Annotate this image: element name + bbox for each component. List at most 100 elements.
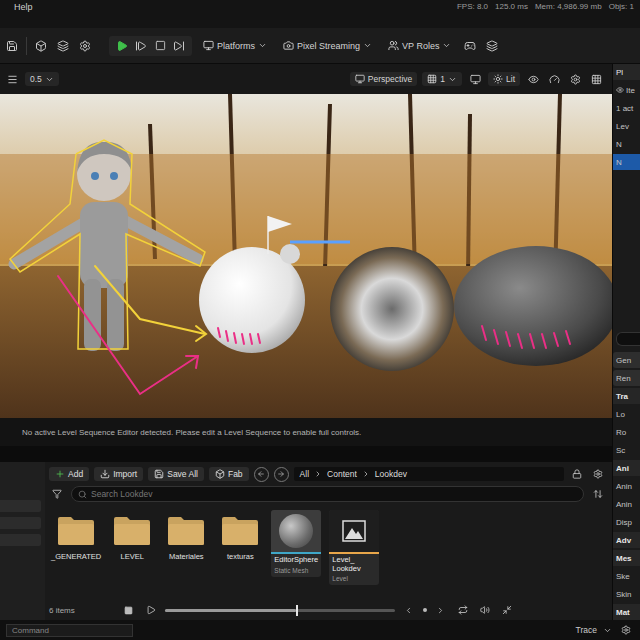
stop-icon[interactable] bbox=[121, 602, 137, 618]
play-icon[interactable] bbox=[146, 605, 156, 615]
loop-icon[interactable] bbox=[455, 602, 471, 618]
loop-icon[interactable] bbox=[458, 605, 468, 615]
layers-icon[interactable] bbox=[57, 40, 69, 52]
menu-item[interactable]: Help bbox=[14, 2, 33, 12]
details-item[interactable]: Mat bbox=[613, 604, 640, 620]
details-item[interactable]: Tra bbox=[613, 388, 640, 404]
volume-icon[interactable] bbox=[480, 605, 490, 615]
prev-key-icon[interactable] bbox=[401, 602, 417, 618]
arrow-left-icon[interactable] bbox=[257, 470, 265, 478]
timeline-thumb[interactable] bbox=[296, 605, 298, 616]
settings-icon[interactable] bbox=[567, 71, 583, 87]
display-icon[interactable] bbox=[467, 71, 483, 87]
details-item[interactable]: Adv bbox=[613, 532, 640, 548]
details-item[interactable]: Mes bbox=[613, 550, 640, 566]
content-button[interactable]: Import bbox=[94, 467, 143, 481]
back-button[interactable] bbox=[254, 467, 269, 482]
screen-icon[interactable] bbox=[470, 74, 481, 85]
breadcrumb-item[interactable]: All bbox=[300, 469, 309, 479]
settings-icon[interactable] bbox=[590, 466, 606, 482]
layers-icon[interactable] bbox=[55, 38, 71, 54]
show-icon[interactable] bbox=[525, 71, 541, 87]
gamepad-icon[interactable] bbox=[464, 40, 476, 52]
folder-tile[interactable]: texturas bbox=[217, 510, 263, 561]
content-button[interactable]: Fab bbox=[209, 467, 249, 481]
outliner-item[interactable]: Lev bbox=[613, 118, 640, 134]
command-input[interactable]: Command bbox=[6, 624, 133, 637]
skip-forward-icon[interactable] bbox=[173, 40, 185, 52]
mode-icon[interactable] bbox=[33, 38, 49, 54]
details-item[interactable]: Disp bbox=[613, 514, 640, 530]
prev-key-icon[interactable] bbox=[404, 606, 413, 615]
content-button[interactable]: Add bbox=[49, 467, 89, 481]
chevron-down-icon[interactable] bbox=[603, 626, 612, 635]
play-icon[interactable] bbox=[143, 602, 159, 618]
performance-icon[interactable] bbox=[546, 71, 562, 87]
lock-icon[interactable] bbox=[572, 469, 582, 479]
stop-icon[interactable] bbox=[124, 606, 133, 615]
gear-icon[interactable] bbox=[593, 469, 603, 479]
sort-icon[interactable] bbox=[593, 489, 603, 499]
panel-divider[interactable] bbox=[0, 446, 612, 462]
layout-icon[interactable] bbox=[484, 38, 500, 54]
play-icon[interactable] bbox=[114, 38, 130, 54]
content-button[interactable]: Save All bbox=[148, 467, 204, 481]
blueprint-icon[interactable] bbox=[77, 38, 93, 54]
view-dropdown[interactable]: Perspective bbox=[350, 72, 417, 86]
camera-speed-dropdown[interactable]: 0.5 bbox=[25, 72, 59, 86]
arrow-right-icon[interactable] bbox=[277, 470, 285, 478]
box-icon[interactable] bbox=[35, 40, 47, 52]
filter-icon[interactable] bbox=[52, 489, 62, 499]
forward-button[interactable] bbox=[274, 467, 289, 482]
outliner-item[interactable]: 1 act bbox=[613, 100, 640, 116]
stop-icon[interactable] bbox=[152, 38, 168, 54]
details-item[interactable]: Ani bbox=[613, 460, 640, 476]
next-key-icon[interactable] bbox=[436, 606, 445, 615]
details-search[interactable] bbox=[616, 332, 640, 346]
next-key-icon[interactable] bbox=[433, 602, 449, 618]
filter-icon[interactable] bbox=[49, 486, 65, 502]
details-item[interactable]: Anin bbox=[613, 478, 640, 494]
details-item[interactable]: Lo bbox=[613, 406, 640, 422]
trace-button[interactable]: Trace bbox=[576, 625, 597, 635]
step-forward-icon[interactable] bbox=[135, 40, 147, 52]
step-icon[interactable] bbox=[133, 38, 149, 54]
outliner-item[interactable]: N bbox=[613, 154, 640, 170]
save-icon[interactable] bbox=[6, 40, 18, 52]
menu-icon[interactable] bbox=[7, 74, 18, 85]
sequencer-icon[interactable] bbox=[462, 38, 478, 54]
gear-icon[interactable] bbox=[79, 40, 91, 52]
key-dot[interactable] bbox=[423, 608, 427, 612]
toolbar-dropdown-button[interactable]: Pixel Streaming bbox=[278, 38, 377, 53]
asset-tile[interactable]: Level_ LookdevLevel bbox=[329, 510, 379, 585]
folder-tile[interactable]: LEVEL bbox=[109, 510, 155, 561]
stop-icon[interactable] bbox=[155, 40, 166, 51]
source-entry[interactable] bbox=[0, 534, 41, 546]
details-item[interactable]: Skin bbox=[613, 586, 640, 602]
viewport[interactable] bbox=[0, 94, 612, 418]
grid-icon[interactable] bbox=[591, 74, 602, 85]
outliner-item[interactable]: N bbox=[613, 136, 640, 152]
outliner-item[interactable]: Ite bbox=[613, 82, 640, 98]
details-item[interactable]: Ro bbox=[613, 424, 640, 440]
viewport-menu-icon[interactable] bbox=[4, 71, 20, 87]
volume-icon[interactable] bbox=[477, 602, 493, 618]
details-item[interactable]: Ske bbox=[613, 568, 640, 584]
sort-icon[interactable] bbox=[590, 486, 606, 502]
layers-icon[interactable] bbox=[486, 40, 498, 52]
view-mode-dropdown[interactable]: Lit bbox=[488, 72, 520, 86]
grid-icon[interactable] bbox=[588, 71, 604, 87]
details-item[interactable]: Anin bbox=[613, 496, 640, 512]
details-item[interactable]: Sc bbox=[613, 442, 640, 458]
details-item[interactable]: Gen bbox=[613, 352, 640, 368]
minimize-icon[interactable] bbox=[499, 602, 515, 618]
folder-tile[interactable]: _GENERATED bbox=[51, 510, 101, 561]
source-entry[interactable] bbox=[0, 500, 41, 512]
gear-icon[interactable] bbox=[570, 74, 581, 85]
asset-tile[interactable]: EditorSphereStatic Mesh bbox=[271, 510, 321, 577]
breadcrumb-item[interactable]: Lookdev bbox=[375, 469, 407, 479]
lock-icon[interactable] bbox=[569, 466, 585, 482]
play-icon[interactable] bbox=[116, 40, 128, 52]
toolbar-dropdown-button[interactable]: VP Roles bbox=[383, 38, 456, 53]
eye-icon[interactable] bbox=[528, 74, 539, 85]
